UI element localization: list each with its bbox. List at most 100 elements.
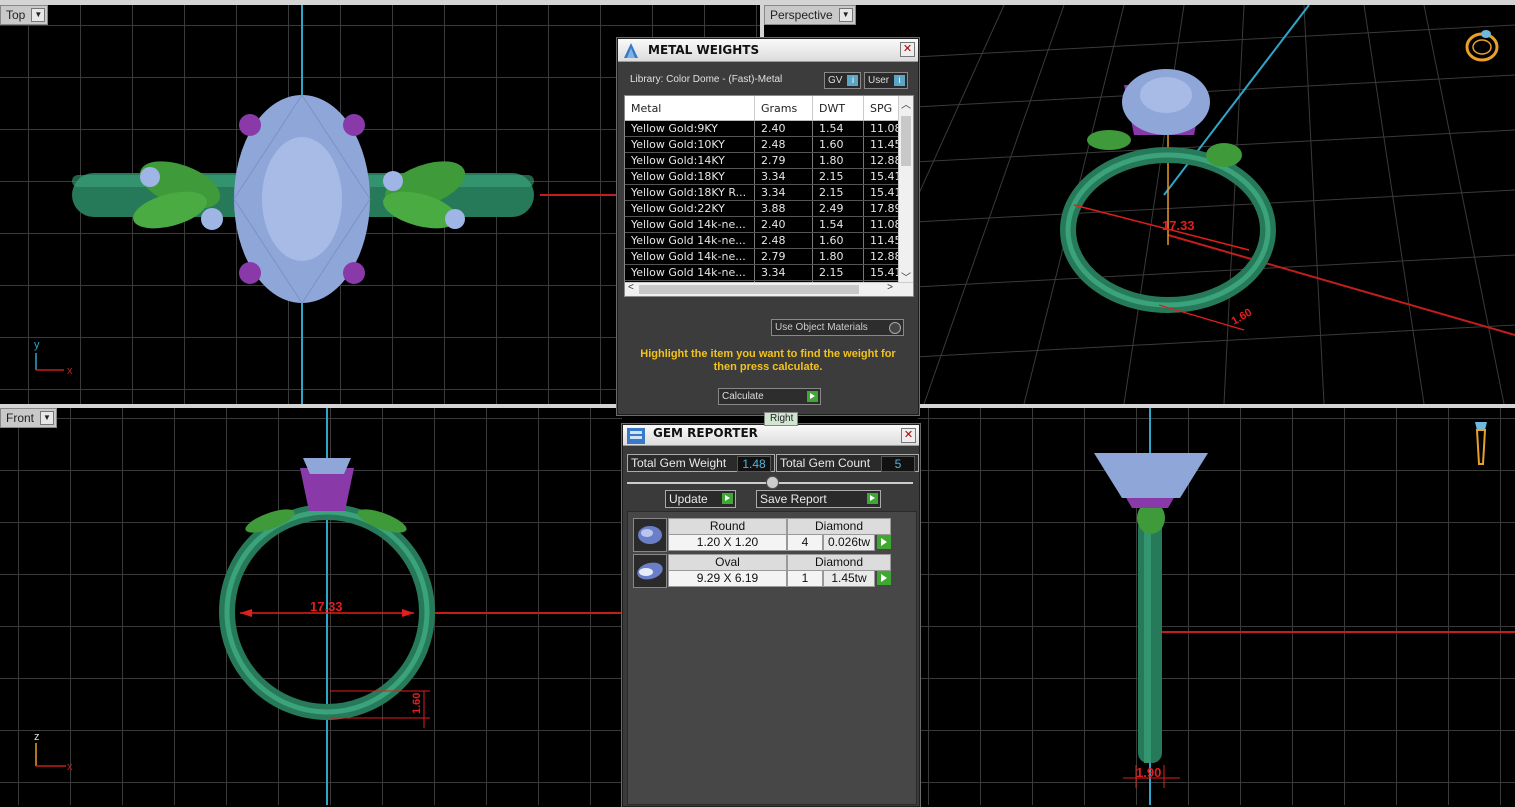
metal-row[interactable]: Yellow Gold:18KY 3.34 2.15 15.41 — [625, 168, 909, 185]
prong — [343, 262, 365, 284]
viewport-label-right[interactable]: Right — [764, 412, 799, 426]
gem-shape: Oval — [668, 554, 787, 571]
save-report-button[interactable]: Save Report — [756, 490, 881, 508]
metal-row[interactable]: Yellow Gold 14k-ne... 2.79 1.80 12.88 — [625, 248, 909, 265]
total-gem-weight-value: 1.48 — [737, 456, 771, 472]
front-diameter-dimension: 17.33 — [310, 599, 343, 614]
prong — [239, 262, 261, 284]
close-icon[interactable]: ✕ — [900, 42, 915, 57]
front-height-dimension: 1.60 — [411, 693, 423, 714]
metal-cell: 1.60 — [812, 232, 864, 249]
gem-size: 9.29 X 6.19 — [668, 570, 787, 587]
scroll-left-icon[interactable]: < — [628, 282, 634, 293]
metal-cell: 1.54 — [812, 216, 864, 233]
metal-row[interactable]: Yellow Gold:18KY R... 3.34 2.15 15.41 — [625, 184, 909, 201]
scroll-up-icon[interactable]: ︿ — [901, 96, 911, 111]
gem-reporter-titlebar[interactable]: GEM REPORTER ✕ — [623, 425, 919, 446]
column-header[interactable]: Metal — [625, 96, 755, 121]
chevron-down-icon[interactable]: ▼ — [40, 411, 55, 425]
viewport-front[interactable]: 17.33 1.60 z x Front ▼ — [0, 408, 622, 805]
scroll-thumb[interactable] — [901, 116, 911, 166]
oval-gem-icon — [633, 554, 667, 588]
vertical-scrollbar[interactable]: ︿ ﹀ — [898, 96, 913, 284]
metal-cell: Yellow Gold:10KY — [625, 136, 755, 153]
gem-row[interactable]: Round Diamond 1.20 X 1.20 4 0.026tw — [633, 518, 891, 552]
viewport-label-front[interactable]: Front ▼ — [0, 408, 58, 428]
metal-cell: 3.34 — [754, 168, 813, 185]
gem-reporter-icon — [627, 428, 645, 444]
metal-cell: 2.15 — [812, 168, 864, 185]
metal-cell: 2.48 — [754, 232, 813, 249]
metal-cell: 2.40 — [754, 120, 813, 137]
gem-type: Diamond — [787, 554, 891, 571]
oval-gem — [1094, 453, 1208, 498]
oval-gem — [303, 458, 351, 474]
play-icon — [867, 493, 878, 504]
metal-cell: 1.60 — [812, 136, 864, 153]
gem-weight: 1.45tw — [823, 570, 875, 587]
metal-weights-panel: METAL WEIGHTS ✕ Library: Color Dome - (F… — [617, 38, 919, 415]
collapse-handle[interactable] — [766, 476, 779, 489]
metal-cell: 3.34 — [754, 264, 813, 281]
axis-x-label: x — [67, 365, 73, 377]
calculate-button[interactable]: Calculate — [718, 388, 821, 405]
viewport-label-top[interactable]: Top ▼ — [0, 5, 49, 25]
metal-cell: 2.48 — [754, 136, 813, 153]
metal-cell: 1.54 — [812, 120, 864, 137]
metal-cell: 1.80 — [812, 248, 864, 265]
metal-cell: 1.80 — [812, 152, 864, 169]
metal-row[interactable]: Yellow Gold 14k-ne... 2.40 1.54 11.08 — [625, 216, 909, 233]
gv-toggle[interactable]: GV i — [824, 72, 862, 89]
chevron-down-icon[interactable]: ▼ — [31, 8, 46, 22]
radio-icon[interactable] — [889, 322, 901, 334]
metal-row[interactable]: Yellow Gold:9KY 2.40 1.54 11.08 — [625, 120, 909, 137]
right-width-dimension: 1.90 — [1136, 765, 1162, 780]
metal-row[interactable]: Yellow Gold:22KY 3.88 2.49 17.89 — [625, 200, 909, 217]
metal-row[interactable]: Yellow Gold:10KY 2.48 1.60 11.45 — [625, 136, 909, 153]
metal-weights-title: METAL WEIGHTS — [648, 43, 760, 57]
gem-row[interactable]: Oval Diamond 9.29 X 6.19 1 1.45tw — [633, 554, 891, 588]
metal-cell: Yellow Gold 14k-ne... — [625, 248, 755, 265]
metal-table-header: Metal Grams DWT SPG — [625, 96, 909, 121]
update-button[interactable]: Update — [665, 490, 736, 508]
use-object-materials-toggle[interactable]: Use Object Materials — [771, 319, 904, 336]
gem-size: 1.20 X 1.20 — [668, 534, 787, 551]
metal-weights-icon — [624, 43, 638, 58]
axis-z-label: z — [34, 731, 40, 743]
viewport-label-perspective[interactable]: Perspective ▼ — [764, 5, 856, 25]
metal-weights-titlebar[interactable]: METAL WEIGHTS ✕ — [618, 39, 918, 62]
gem-weight: 0.026tw — [823, 534, 875, 551]
scroll-thumb[interactable] — [639, 285, 859, 294]
user-toggle[interactable]: User i — [864, 72, 909, 89]
metal-cell: 2.79 — [754, 152, 813, 169]
metal-cell: Yellow Gold:14KY — [625, 152, 755, 169]
gem-reporter-panel: GEM REPORTER ✕ Total Gem Weight 1.48 Tot… — [622, 424, 920, 807]
right-view-drawing — [1094, 408, 1515, 805]
gem-row-action-button[interactable] — [877, 571, 891, 585]
metal-cell: Yellow Gold 14k-ne... — [625, 232, 755, 249]
metal-table[interactable]: Metal Grams DWT SPG Yellow Gold:9KY 2.40 1… — [624, 95, 914, 297]
metal-row[interactable]: Yellow Gold 14k-ne... 2.48 1.60 11.45 — [625, 232, 909, 249]
play-icon — [722, 493, 733, 504]
metal-cell: 2.49 — [812, 200, 864, 217]
prong — [239, 114, 261, 136]
metal-cell: 2.40 — [754, 216, 813, 233]
axis-y-label: y — [34, 339, 40, 351]
library-label: Library: Color Dome - (Fast)-Metal — [630, 74, 783, 85]
gem-row-action-button[interactable] — [877, 535, 891, 549]
metal-row[interactable]: Yellow Gold 14k-ne...3.342.1515.41 — [625, 264, 909, 281]
gem-list[interactable]: Round Diamond 1.20 X 1.20 4 0.026tw Oval… — [627, 511, 917, 805]
metal-cell: Yellow Gold:22KY — [625, 200, 755, 217]
metal-cell: 3.88 — [754, 200, 813, 217]
gem-count: 1 — [787, 570, 823, 587]
gem-count: 4 — [787, 534, 823, 551]
horizontal-scrollbar[interactable]: < > — [625, 282, 913, 296]
chevron-down-icon[interactable]: ▼ — [838, 8, 853, 22]
metal-cell: Yellow Gold 14k-ne... — [625, 264, 755, 281]
column-header[interactable]: Grams — [754, 96, 813, 121]
scroll-right-icon[interactable]: > — [887, 282, 893, 293]
viewport-right[interactable]: 1.90 — [918, 408, 1515, 805]
column-header[interactable]: DWT — [812, 96, 864, 121]
close-icon[interactable]: ✕ — [901, 428, 916, 443]
metal-row[interactable]: Yellow Gold:14KY 2.79 1.80 12.88 — [625, 152, 909, 169]
